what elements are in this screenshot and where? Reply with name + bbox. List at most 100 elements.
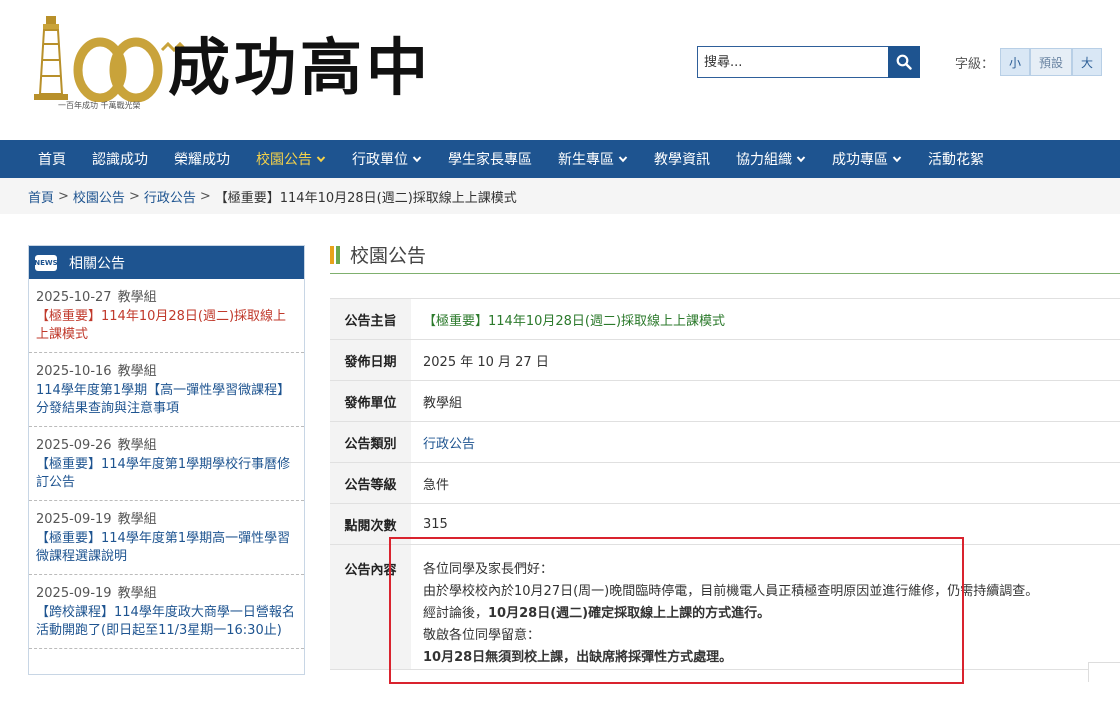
table-row: 發佈單位 教學組	[330, 381, 1120, 422]
item-meta: 2025-10-27 教學組	[36, 286, 296, 305]
breadcrumb-separator: >	[58, 188, 69, 204]
item-date: 2025-09-19	[36, 512, 112, 527]
table-row: 點閱次數 315	[330, 504, 1120, 545]
table-row: 公告內容 各位同學及家長們好： 由於學校校內於10月27日(周一)晚間臨時停電，…	[330, 545, 1120, 670]
chevron-down-icon	[618, 156, 628, 163]
item-title-link[interactable]: 【極重要】114年10月28日(週二)採取線上上課模式	[36, 308, 296, 344]
content-line: 經討論後，10月28日(週二)確定採取線上上課的方式進行。	[423, 603, 1120, 625]
item-title-link[interactable]: 【極重要】114學年度第1學期學校行事曆修訂公告	[36, 456, 296, 492]
view-count: 315	[423, 516, 448, 532]
item-date: 2025-09-19	[36, 586, 112, 601]
search-input[interactable]	[697, 46, 888, 78]
nav-item-about[interactable]: 認識成功	[92, 149, 148, 169]
publish-date: 2025 年 10 月 27 日	[423, 354, 549, 370]
item-unit: 教學組	[117, 586, 157, 601]
nav-item-teaching[interactable]: 教學資訊	[654, 149, 710, 169]
lighthouse-icon	[34, 16, 68, 100]
nav-item-announcements[interactable]: 校園公告	[256, 149, 326, 169]
breadcrumb: 首頁 > 校園公告 > 行政公告 > 【極重要】114年10月28日(週二)採取…	[0, 178, 1120, 214]
content-line: 10月28日無須到校上課，出缺席將採彈性方式處理。	[423, 647, 1120, 669]
page-title: 校園公告	[330, 240, 1120, 274]
related-announcements-heading: NEWS 相關公告	[29, 246, 304, 279]
list-item[interactable]: 2025-09-19 教學組 【跨校課程】114學年度政大商學一日營報名活動開跑了…	[29, 575, 304, 649]
breadcrumb-separator: >	[128, 188, 140, 204]
page-title-text: 校園公告	[350, 245, 427, 267]
nav-item-home[interactable]: 首頁	[38, 149, 66, 169]
content-line: 各位同學及家長們好：	[423, 562, 554, 577]
font-size-default-button[interactable]: 預設	[1030, 48, 1073, 76]
list-item[interactable]: 2025-09-26 教學組 【極重要】114學年度第1學期學校行事曆修訂公告	[29, 427, 304, 501]
nav-label: 活動花絮	[928, 152, 984, 168]
nav-label: 認識成功	[92, 152, 148, 168]
breadcrumb-current: 【極重要】114年10月28日(週二)採取線上上課模式	[214, 190, 517, 206]
item-title-link[interactable]: 114學年度第1學期【高一彈性學習微課程】分發結果查詢與注意事項	[36, 382, 296, 418]
nav-item-gallery[interactable]: 活動花絮	[928, 149, 984, 169]
nav-label: 首頁	[38, 152, 66, 168]
sidebar-heading-text: 相關公告	[69, 255, 125, 272]
item-date: 2025-10-27	[36, 290, 112, 305]
announcement-main: 校園公告 公告主旨 【極重要】114年10月28日(週二)採取線上上課模式 發佈…	[330, 240, 1120, 670]
list-item[interactable]: 2025-10-27 教學組 【極重要】114年10月28日(週二)採取線上上課模…	[29, 279, 304, 353]
item-meta: 2025-09-19 教學組	[36, 582, 296, 601]
item-unit: 教學組	[117, 364, 157, 379]
content-line: 由於學校校內於10月27日(周一)晚間臨時停電，目前機電人員正積極查明原因並進行…	[423, 584, 1039, 599]
announcement-category-link[interactable]: 行政公告	[411, 422, 1120, 462]
nav-label: 校園公告	[256, 152, 312, 168]
font-size-large-button[interactable]: 大	[1072, 48, 1103, 76]
content-bold-text: 10月28日(週二)確定採取線上上課的方式進行。	[488, 606, 771, 621]
nav-item-partners[interactable]: 協力組織	[736, 149, 806, 169]
scroll-to-top-button[interactable]	[1088, 662, 1120, 682]
content-text: 經討論後，	[423, 606, 489, 621]
search-icon	[896, 54, 912, 70]
breadcrumb-admin-announcements[interactable]: 行政公告	[144, 187, 196, 206]
row-label: 發佈日期	[330, 340, 411, 380]
announcement-level: 急件	[423, 477, 450, 493]
announcement-subject: 【極重要】114年10月28日(週二)採取線上上課模式	[423, 313, 726, 329]
search-button[interactable]	[888, 46, 920, 78]
item-date: 2025-10-16	[36, 364, 112, 379]
table-row: 公告主旨 【極重要】114年10月28日(週二)採取線上上課模式	[330, 299, 1120, 340]
nav-item-honors[interactable]: 榮耀成功	[174, 149, 230, 169]
nav-item-parents[interactable]: 學生家長專區	[448, 149, 532, 169]
table-row: 發佈日期 2025 年 10 月 27 日	[330, 340, 1120, 381]
breadcrumb-separator: >	[199, 188, 211, 204]
item-meta: 2025-10-16 教學組	[36, 360, 296, 379]
chevron-down-icon	[316, 156, 326, 163]
breadcrumb-home[interactable]: 首頁	[28, 187, 54, 206]
nav-item-freshmen[interactable]: 新生專區	[558, 149, 628, 169]
list-item[interactable]: 2025-09-19 教學組 【極重要】114學年度第1學期高一彈性學習微課程選課…	[29, 501, 304, 575]
announcement-content: 各位同學及家長們好： 由於學校校內於10月27日(周一)晚間臨時停電，目前機電人…	[411, 545, 1120, 669]
search-bar	[697, 46, 920, 78]
chevron-down-icon	[796, 156, 806, 163]
related-announcements-panel: NEWS 相關公告 2025-10-27 教學組 【極重要】114年10月28日(…	[28, 245, 305, 675]
logo-title: 成功高中	[168, 31, 433, 104]
news-icon: NEWS	[34, 254, 58, 271]
row-label: 公告類別	[330, 422, 411, 462]
breadcrumb-announcements[interactable]: 校園公告	[73, 187, 125, 206]
item-meta: 2025-09-26 教學組	[36, 434, 296, 453]
nav-item-admin[interactable]: 行政單位	[352, 149, 422, 169]
row-label: 點閱次數	[330, 504, 411, 544]
item-unit: 教學組	[117, 512, 157, 527]
site-header: 成功高中 一百年成功 千萬戰光榮 字級： 小 預設 大	[0, 0, 1120, 140]
main-nav: 首頁 認識成功 榮耀成功 校園公告 行政單位 學生家長專區 新生專區 教學資訊 …	[0, 140, 1120, 178]
nav-label: 榮耀成功	[174, 152, 230, 168]
item-title-link[interactable]: 【跨校課程】114學年度政大商學一日營報名活動開跑了(即日起至11/3星期一16…	[36, 604, 296, 640]
font-size-small-button[interactable]: 小	[1000, 48, 1031, 76]
content-bold-text: 10月28日無須到校上課，出缺席將採彈性方式處理。	[423, 650, 733, 665]
nav-item-chenggong[interactable]: 成功專區	[832, 149, 902, 169]
nav-label: 教學資訊	[654, 152, 710, 168]
nav-label: 成功專區	[832, 152, 888, 168]
row-label: 公告內容	[330, 545, 411, 669]
nav-label: 行政單位	[352, 152, 408, 168]
row-label: 發佈單位	[330, 381, 411, 421]
chevron-down-icon	[892, 156, 902, 163]
logo-slogan: 一百年成功 千萬戰光榮	[58, 101, 141, 110]
publish-unit: 教學組	[423, 395, 463, 411]
chevron-down-icon	[412, 156, 422, 163]
site-logo[interactable]: 成功高中 一百年成功 千萬戰光榮	[28, 12, 448, 124]
content-line: 敬啟各位同學留意：	[423, 628, 541, 643]
announcement-detail-table: 公告主旨 【極重要】114年10月28日(週二)採取線上上課模式 發佈日期 20…	[330, 298, 1120, 670]
item-title-link[interactable]: 【極重要】114學年度第1學期高一彈性學習微課程選課說明	[36, 530, 296, 566]
list-item[interactable]: 2025-10-16 教學組 114學年度第1學期【高一彈性學習微課程】分發結果查…	[29, 353, 304, 427]
